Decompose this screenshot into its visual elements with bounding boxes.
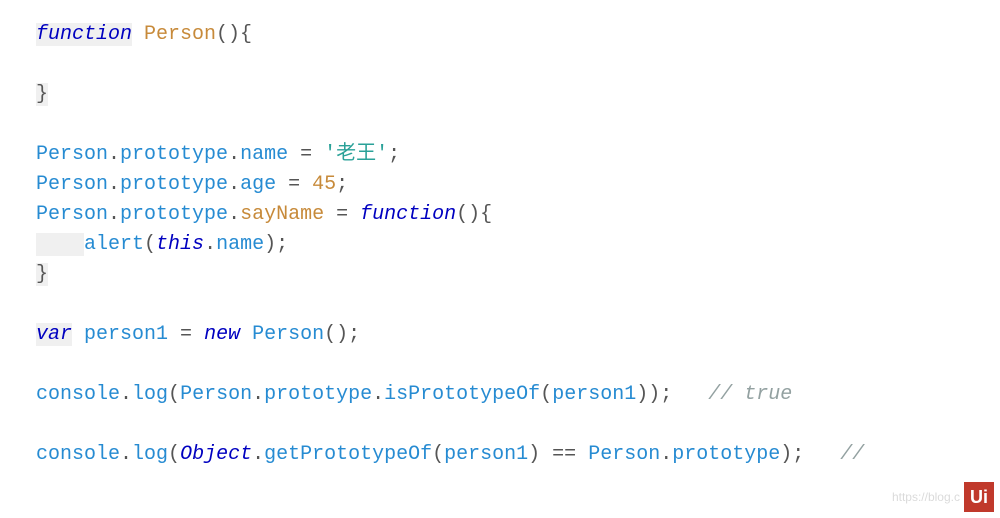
- watermark-logo: Ui: [964, 482, 994, 512]
- keyword-var: var: [36, 323, 72, 346]
- prop-age: age: [240, 173, 276, 196]
- brace-close: }: [36, 83, 48, 106]
- comment-true: // true: [708, 383, 792, 406]
- number-literal: 45: [312, 173, 336, 196]
- keyword-function: function: [36, 23, 132, 46]
- prop-name: name: [240, 143, 288, 166]
- var-person1: person1: [84, 323, 168, 346]
- method-getprototypeof: getPrototypeOf: [264, 443, 432, 466]
- function-name: Person: [144, 23, 216, 46]
- watermark-text: https://blog.c: [892, 488, 960, 506]
- method-sayname: sayName: [240, 203, 324, 226]
- comment-tail: //: [840, 443, 864, 466]
- call-alert: alert: [84, 233, 144, 256]
- prop-prototype: prototype: [120, 143, 228, 166]
- method-log: log: [132, 383, 168, 406]
- string-literal: '老王': [324, 143, 388, 166]
- obj-console: console: [36, 383, 120, 406]
- method-isprototypeof: isPrototypeOf: [384, 383, 540, 406]
- obj-object: Object: [180, 443, 252, 466]
- code-block: function Person(){ } Person.prototype.na…: [0, 0, 1000, 490]
- class-person: Person: [36, 143, 108, 166]
- keyword-new: new: [204, 323, 240, 346]
- keyword-this: this: [156, 233, 204, 256]
